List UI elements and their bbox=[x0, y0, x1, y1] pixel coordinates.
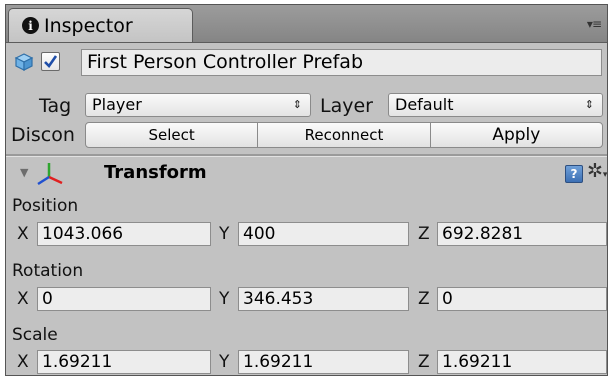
inspector-window: i Inspector ▾≡ First Person Controller P… bbox=[5, 4, 608, 376]
tab-bar: i Inspector ▾≡ bbox=[6, 5, 607, 43]
prefab-cube-icon bbox=[14, 53, 34, 71]
scale-z-label: Z bbox=[418, 352, 430, 372]
rotation-y-field[interactable]: 346.453 bbox=[238, 287, 409, 311]
position-y-label: Y bbox=[219, 224, 230, 244]
layer-label: Layer bbox=[320, 95, 373, 117]
select-button[interactable]: Select bbox=[86, 123, 259, 147]
panel-menu-icon[interactable]: ▾≡ bbox=[587, 17, 602, 31]
dropdown-arrow-icon: ⇕ bbox=[584, 98, 594, 111]
rotation-label: Rotation bbox=[12, 261, 84, 281]
help-icon[interactable]: ? bbox=[565, 165, 583, 183]
rotation-z-field[interactable]: 0 bbox=[437, 287, 607, 311]
tag-label: Tag bbox=[39, 95, 72, 117]
foldout-arrow-icon[interactable]: ▼ bbox=[20, 166, 28, 179]
dropdown-arrow-icon: ⇕ bbox=[292, 98, 302, 111]
layer-dropdown[interactable]: Default ⇕ bbox=[388, 93, 603, 117]
prefab-status-label: Discon bbox=[11, 124, 75, 146]
object-name-field[interactable]: First Person Controller Prefab bbox=[81, 49, 602, 76]
rotation-z-label: Z bbox=[418, 289, 430, 309]
tag-value: Player bbox=[92, 95, 142, 114]
scale-y-field[interactable]: 1.69211 bbox=[238, 350, 409, 374]
position-label: Position bbox=[12, 196, 79, 216]
scale-z-field[interactable]: 1.69211 bbox=[437, 350, 607, 374]
checkmark-icon bbox=[44, 55, 58, 69]
position-z-field[interactable]: 692.8281 bbox=[437, 222, 607, 246]
scale-y-label: Y bbox=[219, 352, 230, 372]
rotation-x-field[interactable]: 0 bbox=[37, 287, 211, 311]
scale-x-label: X bbox=[17, 352, 29, 372]
layer-value: Default bbox=[395, 95, 454, 114]
gear-icon[interactable]: ✲▾ bbox=[587, 160, 607, 182]
scale-label: Scale bbox=[12, 325, 58, 345]
info-icon: i bbox=[22, 17, 39, 34]
scale-x-field[interactable]: 1.69211 bbox=[37, 350, 211, 374]
position-y-field[interactable]: 400 bbox=[238, 222, 409, 246]
position-x-label: X bbox=[17, 224, 29, 244]
transform-axes-icon bbox=[37, 163, 63, 186]
component-title: Transform bbox=[104, 162, 207, 183]
position-x-field[interactable]: 1043.066 bbox=[37, 222, 211, 246]
reconnect-button[interactable]: Reconnect bbox=[258, 123, 431, 147]
position-z-label: Z bbox=[418, 224, 430, 244]
section-divider bbox=[6, 154, 607, 157]
tab-inspector-label: Inspector bbox=[44, 14, 133, 37]
tag-dropdown[interactable]: Player ⇕ bbox=[85, 93, 311, 117]
active-checkbox[interactable] bbox=[41, 52, 60, 71]
tab-inspector[interactable]: i Inspector bbox=[8, 8, 193, 42]
prefab-button-group: Select Reconnect Apply bbox=[85, 122, 603, 148]
apply-button[interactable]: Apply bbox=[431, 123, 602, 147]
rotation-y-label: Y bbox=[219, 289, 230, 309]
rotation-x-label: X bbox=[17, 289, 29, 309]
